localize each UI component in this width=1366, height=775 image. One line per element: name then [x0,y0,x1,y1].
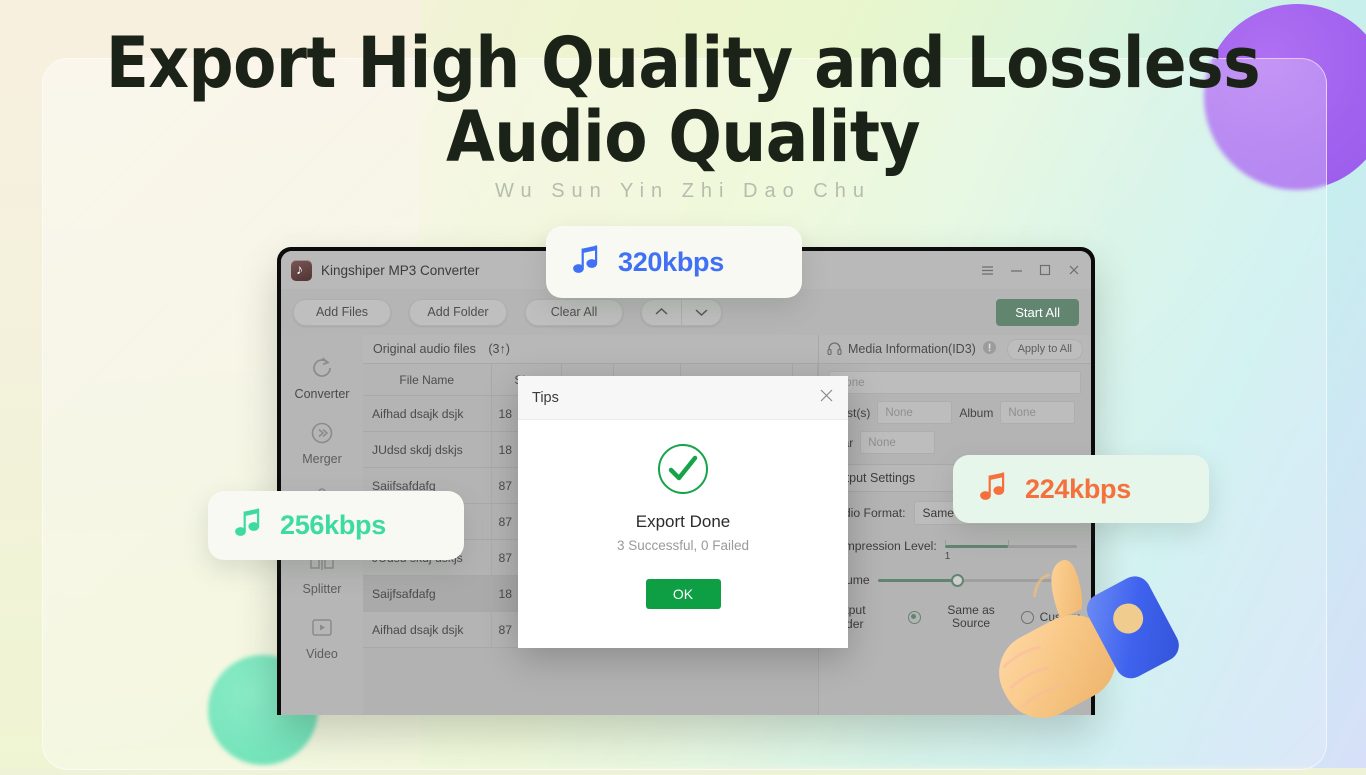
app-music-logo-icon [291,259,312,281]
page-title: Export High Quality and Lossless Audio Q… [0,26,1366,174]
sidebar-label-converter: Converter [294,387,350,401]
cell-file-name: Saijfsafdafg [363,575,492,612]
maximize-icon[interactable] [1038,263,1052,277]
cell-file-name: JUdsd skdj dskjs [363,431,492,468]
thumbs-up-3d-icon [968,540,1198,770]
chevron-up-icon[interactable] [642,300,681,325]
title-field[interactable]: None [829,371,1081,394]
320kbps-badge: 320kbps [546,226,802,298]
headphone-icon [827,341,842,358]
256kbps-label: 256kbps [280,510,386,540]
sidebar-item-merger[interactable]: Merger [281,410,363,475]
apply-to-all-button[interactable]: Apply to All [1006,338,1083,360]
merge-arrow-circle-icon [308,419,336,447]
artist-album-row: Artist(s) None Album None [819,394,1091,424]
dialog-heading: Export Done [635,512,731,531]
page-title-line1: Export High Quality and Lossless [105,22,1261,104]
start-all-button[interactable]: Start All [996,298,1079,326]
media-info-title: Media Information(ID3) [848,342,976,356]
close-icon[interactable] [1067,263,1081,277]
tips-dialog: Tips Export Done 3 Successful, 0 Failed … [518,376,848,648]
224kbps-badge: 224kbps [953,455,1209,523]
close-icon[interactable] [819,388,834,407]
256kbps-badge: 256kbps [208,491,464,560]
add-files-button[interactable]: Add Files [293,298,391,326]
file-list-header: Original audio files (3↑) [363,335,818,364]
sidebar-label-splitter: Splitter [302,582,342,596]
music-note-icon [979,471,1009,508]
window-controls [980,263,1081,277]
album-field[interactable]: None [1000,401,1076,424]
move-order-group [641,298,722,326]
clear-all-button[interactable]: Clear All [525,298,623,326]
page-title-line2: Audio Quality [445,96,921,178]
column-file-name[interactable]: File Name [363,364,492,396]
music-note-icon [234,507,264,544]
ok-button[interactable]: OK [645,579,721,609]
sidebar-label-video: Video [306,647,338,661]
dialog-header: Tips [518,376,848,420]
refresh-circle-icon [308,354,336,382]
music-note-icon [572,244,602,281]
chevron-down-icon[interactable] [681,299,721,325]
sidebar-item-converter[interactable]: Converter [281,345,363,410]
album-label: Album [959,405,994,420]
app-title: Kingshiper MP3 Converter [321,262,480,278]
cell-file-name: Aifhad dsajk dsjk [363,395,492,432]
menu-icon[interactable] [980,263,994,277]
320kbps-label: 320kbps [618,246,724,277]
sidebar-label-merger: Merger [302,452,342,466]
video-play-icon [308,614,336,642]
dialog-subtext: 3 Successful, 0 Failed [616,538,750,553]
cell-file-name: Aifhad dsajk dsjk [363,611,492,648]
dialog-title: Tips [532,389,559,406]
page-subtitle: Wu Sun Yin Zhi Dao Chu [495,180,871,202]
success-check-circle-icon [656,442,710,496]
year-field[interactable]: None [860,431,936,454]
artist-field[interactable]: None [877,401,953,424]
radio-same-as-source[interactable] [908,610,922,624]
minimize-icon[interactable] [1009,263,1023,277]
add-folder-button[interactable]: Add Folder [409,298,507,326]
media-info-header: Media Information(ID3) Apply to All [819,335,1091,364]
info-circle-icon[interactable] [982,340,997,358]
224kbps-label: 224kbps [1025,473,1131,504]
title-field-row: None [819,364,1091,394]
compression-value: 1 [944,550,951,562]
year-row: Year None [819,424,1091,454]
sidebar-item-video[interactable]: Video [281,605,363,670]
